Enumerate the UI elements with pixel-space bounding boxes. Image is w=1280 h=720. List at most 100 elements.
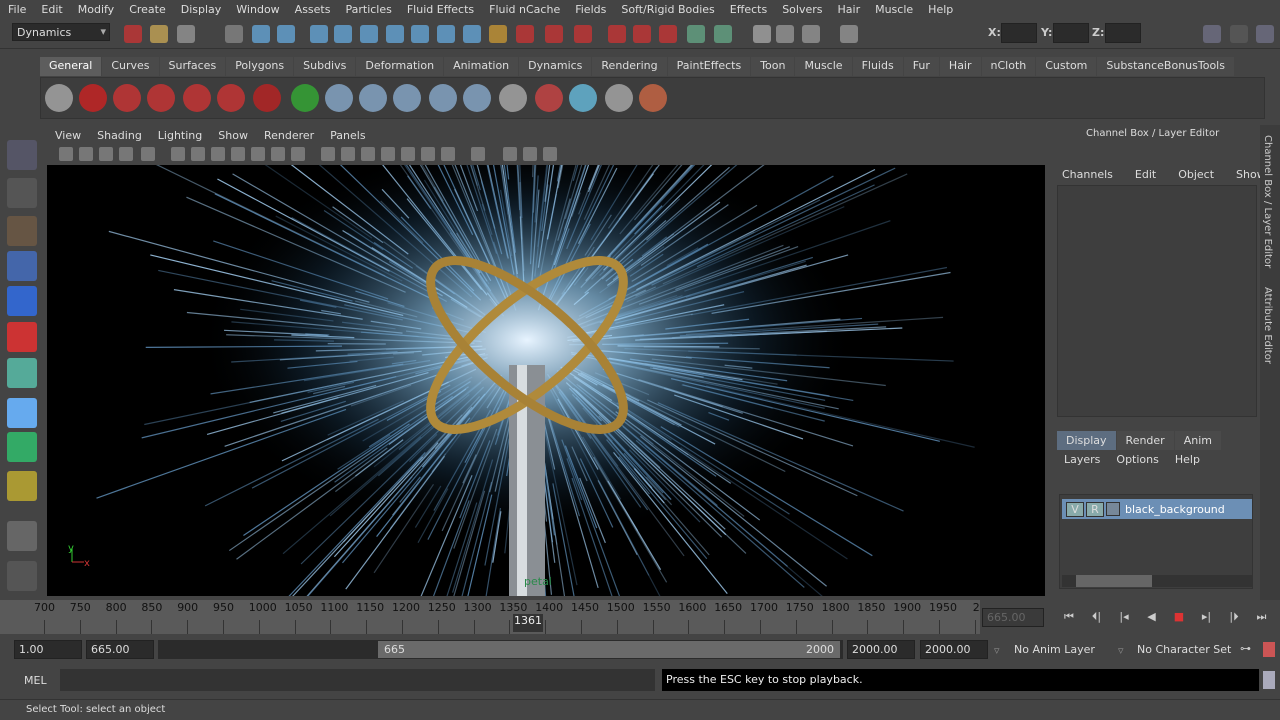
x-input[interactable] (1001, 23, 1037, 43)
menu-hair[interactable]: Hair (830, 3, 868, 16)
start-time-field[interactable]: 1.00 (14, 640, 82, 659)
shelf-tab-general[interactable]: General (40, 57, 102, 76)
channel-menu-channels[interactable]: Channels (1062, 168, 1113, 181)
menu-create[interactable]: Create (121, 3, 173, 16)
shelf-tool-icon[interactable] (291, 84, 319, 112)
status-tool-icon[interactable] (633, 25, 651, 43)
panel-toolbar-icon[interactable] (523, 147, 537, 161)
soft-mod-icon[interactable] (7, 398, 37, 428)
status-tool-icon[interactable] (516, 25, 534, 43)
panel-toolbar-icon[interactable] (421, 147, 435, 161)
anim-layer-dropdown-icon[interactable]: ▿ (994, 644, 1000, 657)
shelf-tab-hair[interactable]: Hair (939, 57, 981, 76)
step-back-key-icon[interactable]: ⏴| (1089, 610, 1105, 626)
status-tool-icon[interactable] (277, 25, 295, 43)
move-tool-icon[interactable] (7, 251, 37, 281)
shelf-tab-polygons[interactable]: Polygons (226, 57, 294, 76)
panel-toolbar-icon[interactable] (361, 147, 375, 161)
shelf-tab-animation[interactable]: Animation (444, 57, 519, 76)
menu-soft-rigid-bodies[interactable]: Soft/Rigid Bodies (613, 3, 721, 16)
panel-toolbar-icon[interactable] (119, 147, 133, 161)
status-tool-icon[interactable] (360, 25, 378, 43)
panel-menu-renderer[interactable]: Renderer (256, 129, 322, 142)
status-tool-icon[interactable] (150, 25, 168, 43)
layer-menu-layers[interactable]: Layers (1064, 453, 1100, 466)
menu-display[interactable]: Display (173, 3, 229, 16)
shelf-tool-icon[interactable] (45, 84, 73, 112)
menu-assets[interactable]: Assets (287, 3, 338, 16)
tab-attribute-editor[interactable]: Attribute Editor (1262, 287, 1273, 364)
shelf-tab-muscle[interactable]: Muscle (795, 57, 852, 76)
menu-fluid-ncache[interactable]: Fluid nCache (481, 3, 567, 16)
menu-solvers[interactable]: Solvers (774, 3, 829, 16)
shelf-tab-fluids[interactable]: Fluids (852, 57, 903, 76)
layer-menu-options[interactable]: Options (1116, 453, 1158, 466)
z-input[interactable] (1105, 23, 1141, 43)
character-set-selector[interactable]: No Character Set (1137, 643, 1231, 656)
viewport[interactable]: petal y x (47, 165, 1045, 596)
layer-menu-help[interactable]: Help (1175, 453, 1200, 466)
channel-box-toggle-icon[interactable] (1256, 25, 1274, 43)
status-tool-icon[interactable] (252, 25, 270, 43)
panel-menu-shading[interactable]: Shading (89, 129, 150, 142)
shelf-tool-icon[interactable] (147, 84, 175, 112)
status-tool-icon[interactable] (124, 25, 142, 43)
status-tool-icon[interactable] (489, 25, 507, 43)
scale-tool-icon[interactable] (7, 322, 37, 352)
playback-end-field[interactable]: 2000.00 (847, 640, 915, 659)
outliner-icon[interactable] (7, 561, 37, 591)
shelf-tool-icon[interactable] (499, 84, 527, 112)
tool-settings-toggle-icon[interactable] (1230, 25, 1248, 43)
panel-toolbar-icon[interactable] (141, 147, 155, 161)
shelf-tab-subdivs[interactable]: Subdivs (294, 57, 356, 76)
panel-toolbar-icon[interactable] (271, 147, 285, 161)
panel-toolbar-icon[interactable] (211, 147, 225, 161)
panel-menu-show[interactable]: Show (210, 129, 256, 142)
channel-menu-object[interactable]: Object (1178, 168, 1214, 181)
layout-icon[interactable] (7, 521, 37, 551)
layer-tab-display[interactable]: Display (1057, 431, 1116, 450)
current-frame-marker[interactable]: 1361 (513, 614, 543, 632)
shelf-tool-icon[interactable] (217, 84, 245, 112)
char-set-dropdown-icon[interactable]: ▿ (1118, 644, 1124, 657)
shelf-tab-surfaces[interactable]: Surfaces (159, 57, 226, 76)
status-tool-icon[interactable] (334, 25, 352, 43)
panel-toolbar-icon[interactable] (171, 147, 185, 161)
range-slider-handle[interactable]: 665 2000 (378, 641, 840, 658)
menu-modify[interactable]: Modify (70, 3, 121, 16)
shelf-tab-ncloth[interactable]: nCloth (981, 57, 1036, 76)
layer-row[interactable]: V R black_background (1062, 499, 1252, 519)
channel-menu-edit[interactable]: Edit (1135, 168, 1156, 181)
status-tool-icon[interactable] (687, 25, 705, 43)
panel-toolbar-icon[interactable] (59, 147, 73, 161)
shelf-tool-icon[interactable] (325, 84, 353, 112)
shelf-tool-icon[interactable] (253, 84, 281, 112)
shelf-tool-icon[interactable] (429, 84, 457, 112)
status-tool-icon[interactable] (840, 25, 858, 43)
lasso-tool-icon[interactable] (7, 178, 37, 208)
shelf-tool-icon[interactable] (639, 84, 667, 112)
play-backward-icon[interactable]: ◀ (1144, 610, 1160, 626)
layer-visibility-toggle[interactable]: V (1066, 501, 1084, 517)
panel-toolbar-icon[interactable] (381, 147, 395, 161)
menu-effects[interactable]: Effects (722, 3, 774, 16)
end-time-field[interactable]: 2000.00 (920, 640, 988, 659)
playback-start-field[interactable]: 665.00 (86, 640, 154, 659)
key-icon[interactable]: ⊶ (1240, 642, 1251, 655)
range-slider[interactable]: 665 2000 (158, 640, 843, 659)
shelf-tab-dynamics[interactable]: Dynamics (519, 57, 592, 76)
status-tool-icon[interactable] (608, 25, 626, 43)
current-time-field[interactable]: 665.00 (982, 608, 1044, 627)
shelf-tool-icon[interactable] (393, 84, 421, 112)
panel-toolbar-icon[interactable] (471, 147, 485, 161)
status-tool-icon[interactable] (659, 25, 677, 43)
menu-fields[interactable]: Fields (567, 3, 613, 16)
panel-toolbar-icon[interactable] (321, 147, 335, 161)
layer-color-swatch[interactable] (1106, 502, 1120, 516)
status-tool-icon[interactable] (753, 25, 771, 43)
shelf-tool-icon[interactable] (605, 84, 633, 112)
shelf-tool-icon[interactable] (535, 84, 563, 112)
layer-reference-toggle[interactable]: R (1086, 501, 1104, 517)
shelf-tool-icon[interactable] (359, 84, 387, 112)
layer-scrollbar[interactable] (1062, 575, 1252, 587)
